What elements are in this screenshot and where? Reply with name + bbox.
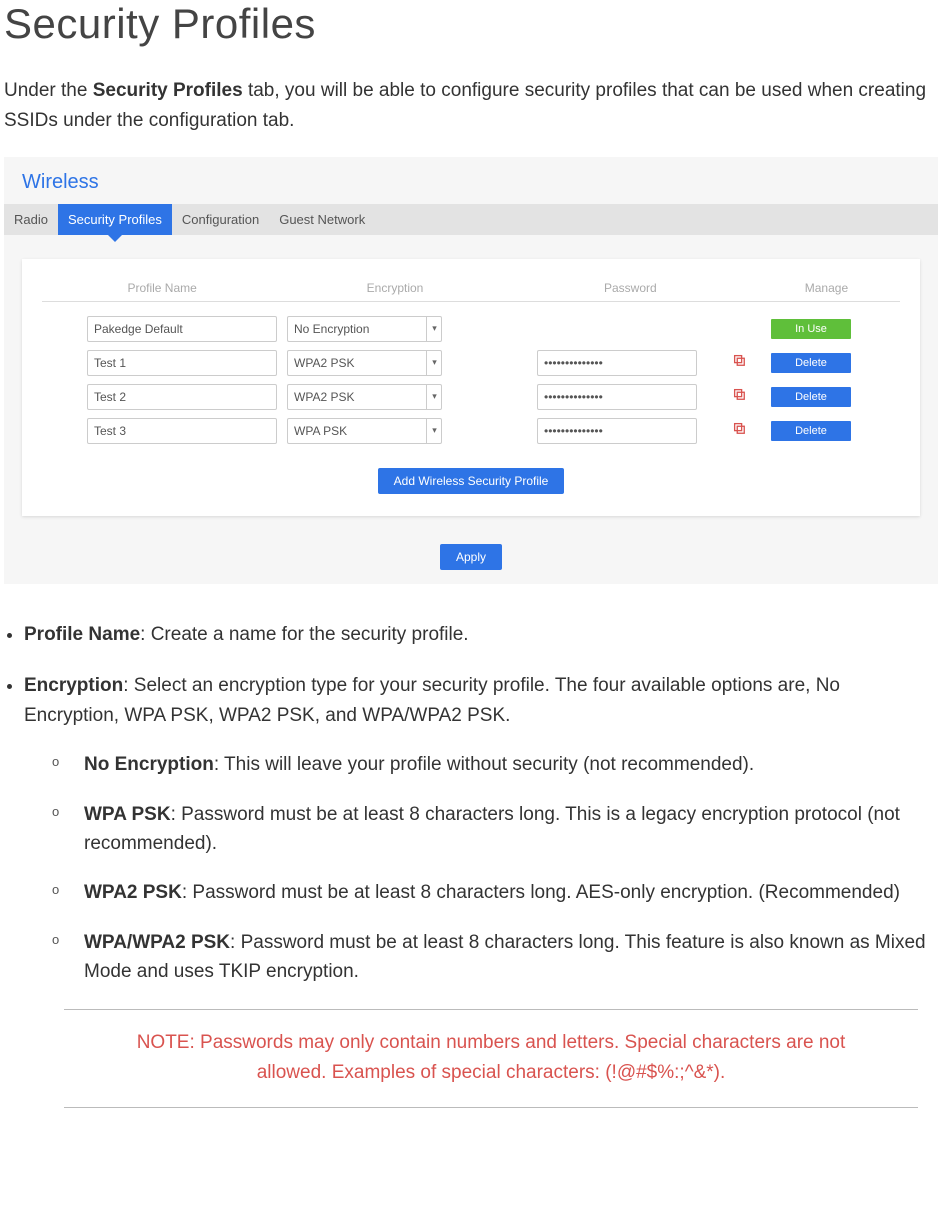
tab-configuration[interactable]: Configuration — [172, 204, 269, 235]
tab-radio[interactable]: Radio — [4, 204, 58, 235]
intro-text: Under the — [4, 80, 93, 101]
encryption-select[interactable]: ▾ — [287, 350, 442, 376]
delete-button[interactable]: Delete — [771, 353, 851, 373]
sub-text: : This will leave your profile without s… — [214, 754, 754, 775]
apply-button[interactable]: Apply — [440, 544, 502, 570]
encryption-value[interactable] — [287, 316, 442, 342]
description-list: Profile Name: Create a name for the secu… — [24, 620, 938, 987]
table-row: ▾ Delete — [32, 414, 910, 448]
sub-text: : Password must be at least 8 characters… — [182, 882, 900, 903]
status-badge: In Use — [771, 319, 851, 339]
profile-name-input[interactable] — [87, 418, 277, 444]
sub-label: WPA2 PSK — [84, 882, 182, 903]
sub-text: : Password must be at least 8 characters… — [84, 804, 900, 854]
intro-paragraph: Under the Security Profiles tab, you wil… — [4, 76, 938, 137]
delete-button[interactable]: Delete — [771, 421, 851, 441]
profiles-card: Profile Name Encryption Password Manage … — [22, 259, 920, 516]
encryption-value[interactable] — [287, 384, 442, 410]
encryption-value[interactable] — [287, 350, 442, 376]
list-item: WPA/WPA2 PSK: Password must be at least … — [52, 928, 938, 987]
sub-label: No Encryption — [84, 754, 214, 775]
add-profile-button[interactable]: Add Wireless Security Profile — [378, 468, 565, 494]
copy-icon[interactable] — [732, 354, 746, 371]
profile-name-input[interactable] — [87, 384, 277, 410]
bullet-text: : Select an encryption type for your sec… — [24, 675, 840, 725]
list-item: Profile Name: Create a name for the secu… — [24, 620, 938, 649]
tab-guest-network[interactable]: Guest Network — [269, 204, 375, 235]
wireless-heading: Wireless — [4, 157, 938, 204]
list-item: No Encryption: This will leave your prof… — [52, 750, 938, 779]
bullet-label: Encryption — [24, 675, 123, 696]
encryption-select[interactable]: ▾ — [287, 316, 442, 342]
encryption-select[interactable]: ▾ — [287, 384, 442, 410]
password-input[interactable] — [537, 350, 697, 376]
list-item: WPA PSK: Password must be at least 8 cha… — [52, 800, 938, 859]
table-row: ▾ Delete — [32, 380, 910, 414]
list-item: WPA2 PSK: Password must be at least 8 ch… — [52, 878, 938, 907]
page-title: Security Profiles — [4, 0, 938, 48]
sub-label: WPA/WPA2 PSK — [84, 932, 230, 953]
header-manage: Manage — [753, 281, 900, 295]
note-block: NOTE: Passwords may only contain numbers… — [64, 1009, 918, 1108]
encryption-select[interactable]: ▾ — [287, 418, 442, 444]
wireless-panel: Wireless Radio Security Profiles Configu… — [4, 157, 938, 584]
header-profile-name: Profile Name — [42, 281, 282, 295]
bullet-label: Profile Name — [24, 624, 140, 645]
tab-security-profiles[interactable]: Security Profiles — [58, 204, 172, 235]
wireless-tabs: Radio Security Profiles Configuration Gu… — [4, 204, 938, 235]
password-input[interactable] — [537, 418, 697, 444]
sub-list: No Encryption: This will leave your prof… — [52, 750, 938, 987]
intro-bold: Security Profiles — [93, 80, 243, 101]
sub-label: WPA PSK — [84, 804, 171, 825]
profile-name-input[interactable] — [87, 316, 277, 342]
encryption-value[interactable] — [287, 418, 442, 444]
table-header: Profile Name Encryption Password Manage — [42, 281, 900, 302]
list-item: Encryption: Select an encryption type fo… — [24, 671, 938, 987]
table-row: ▾ In Use — [32, 312, 910, 346]
table-row: ▾ Delete — [32, 346, 910, 380]
copy-icon[interactable] — [732, 388, 746, 405]
profile-name-input[interactable] — [87, 350, 277, 376]
delete-button[interactable]: Delete — [771, 387, 851, 407]
header-password: Password — [508, 281, 753, 295]
bullet-text: : Create a name for the security profile… — [140, 624, 468, 645]
password-input[interactable] — [537, 384, 697, 410]
header-encryption: Encryption — [282, 281, 508, 295]
copy-icon[interactable] — [732, 422, 746, 439]
